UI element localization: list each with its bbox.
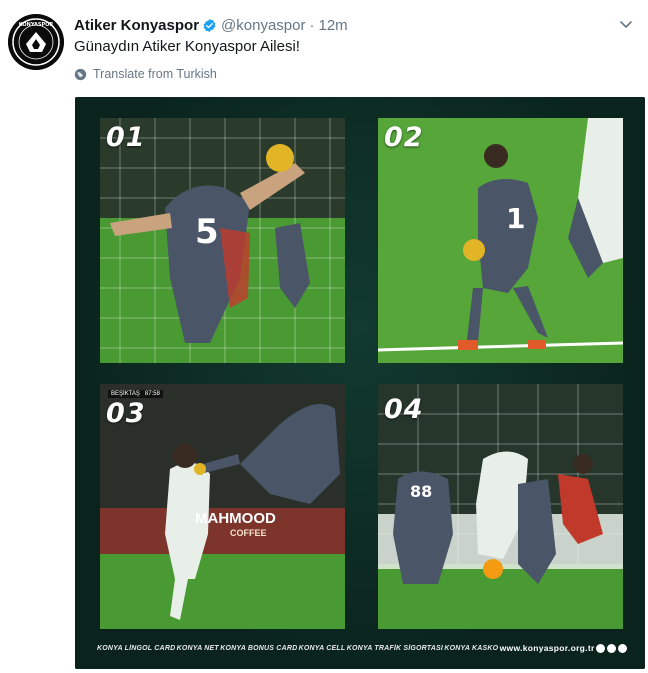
- chevron-down-icon[interactable]: [618, 16, 634, 32]
- panel-number-1: 01: [106, 122, 146, 153]
- avatar[interactable]: KONYASPOR: [8, 14, 64, 70]
- photo-panel-3: BEŞİKTAŞ 87:58 MAHMOOD COFFEE 03: [100, 384, 345, 629]
- timestamp[interactable]: 12m: [318, 17, 347, 34]
- scoreboard-clock: 87:58: [144, 391, 160, 397]
- ad-banner-sub: COFFEE: [230, 528, 267, 538]
- sponsor-logo: KONYA KASKO: [444, 644, 499, 652]
- twitter-icon: [606, 643, 616, 653]
- social-icons: [595, 643, 627, 653]
- sponsor-footer: KONYA LİNGOL CARD KONYA NET KONYA BONUS …: [97, 637, 627, 659]
- user-handle[interactable]: @konyaspor: [221, 17, 305, 34]
- ad-banner-text: MAHMOOD: [195, 510, 276, 527]
- photo-panel-4: 88 04: [378, 384, 623, 629]
- translate-label: Translate from Turkish: [93, 67, 217, 81]
- globe-icon: [74, 68, 87, 80]
- sponsor-logo: KONYA LİNGOL CARD: [97, 644, 176, 652]
- photo-panel-1: 5 01: [100, 118, 345, 363]
- tweet-header: Atiker Konyaspor @konyaspor · 12m: [74, 14, 634, 36]
- scoreboard: BEŞİKTAŞ 87:58: [108, 390, 163, 398]
- panel-number-2: 02: [384, 122, 424, 153]
- panel-number-4: 04: [384, 394, 424, 425]
- sponsor-logo: KONYA NET: [176, 644, 219, 652]
- separator: ·: [309, 16, 315, 34]
- panel-number-3: 03: [106, 398, 146, 429]
- tweet-text: Günaydın Atiker Konyaspor Ailesi!: [74, 38, 300, 55]
- svg-text:5: 5: [195, 212, 219, 252]
- logo-text: KONYASPOR: [19, 22, 54, 28]
- facebook-icon: [595, 643, 605, 653]
- website-url: www.konyaspor.org.tr: [499, 643, 595, 653]
- scoreboard-team: BEŞİKTAŞ: [111, 391, 140, 397]
- sponsor-logo: KONYA BONUS CARD: [220, 644, 298, 652]
- sponsor-logo: KONYA CELL: [298, 644, 346, 652]
- instagram-icon: [617, 643, 627, 653]
- display-name[interactable]: Atiker Konyaspor: [74, 17, 199, 34]
- photo-panel-2: 1 02: [378, 118, 623, 363]
- tweet-media-image[interactable]: 5 01 1 02 BEŞİKTAŞ 87:58 MAHMOOD COFFEE …: [75, 97, 645, 669]
- verified-badge-icon: [203, 18, 216, 32]
- goal-net-scene: 5: [100, 118, 345, 363]
- sponsor-logo: KONYA TRAFİK SİGORTASI: [346, 644, 444, 652]
- svg-text:1: 1: [506, 202, 525, 235]
- konyaspor-logo-icon: KONYASPOR: [8, 14, 64, 70]
- jersey-number: 88: [410, 482, 433, 501]
- handball-scene: 1: [378, 118, 623, 363]
- translate-link[interactable]: Translate from Turkish: [74, 67, 217, 81]
